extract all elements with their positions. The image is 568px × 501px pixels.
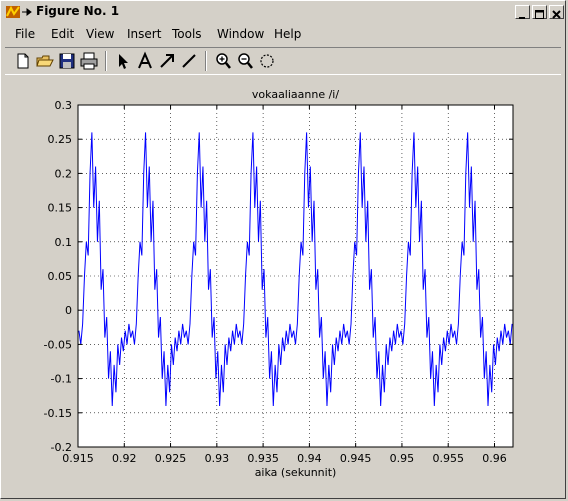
new-figure-icon[interactable]: [13, 51, 33, 71]
minimize-button[interactable]: [515, 5, 530, 19]
menu-bar: File Edit View Insert Tools Window Help: [3, 23, 565, 45]
pin-icon[interactable]: [21, 7, 33, 17]
x-tick-label: 0.96: [482, 452, 507, 465]
insert-line-icon[interactable]: [179, 51, 199, 71]
y-tick-label: 0.3: [55, 99, 73, 112]
x-axis-label: aika (sekunnit): [255, 466, 337, 479]
window-title: Figure No. 1: [36, 4, 120, 18]
menu-tools[interactable]: Tools: [172, 27, 202, 41]
close-button[interactable]: [549, 5, 564, 19]
close-icon: [552, 10, 561, 19]
x-tick-label: 0.925: [155, 452, 187, 465]
menu-view[interactable]: View: [86, 27, 114, 41]
menu-help[interactable]: Help: [274, 27, 301, 41]
title-bar[interactable]: Figure No. 1: [3, 3, 565, 21]
x-tick-label: 0.95: [390, 452, 415, 465]
x-tick-label: 0.92: [112, 452, 137, 465]
x-tick-label: 0.945: [340, 452, 372, 465]
y-tick-label: -0.2: [51, 441, 72, 454]
y-tick-label: 0: [65, 304, 72, 317]
maximize-icon: [535, 10, 544, 19]
minimize-icon: [519, 17, 525, 19]
toolbar: [5, 47, 561, 75]
y-tick-label: 0.05: [48, 270, 73, 283]
rotate-3d-icon[interactable]: [257, 51, 277, 71]
line-chart[interactable]: 0.915 0.92 0.925 0.93 0.935 0.94 0.945 0.95 0.95…: [5, 77, 563, 494]
toolbar-separator: [105, 51, 107, 71]
zoom-out-icon[interactable]: [235, 51, 255, 71]
x-tick-label: 0.955: [432, 452, 464, 465]
x-tick-label: 0.94: [297, 452, 322, 465]
y-tick-label: 0.25: [48, 133, 73, 146]
insert-text-icon[interactable]: [135, 51, 155, 71]
y-tick-label: 0.1: [55, 236, 73, 249]
y-tick-label: -0.15: [44, 407, 72, 420]
x-tick-label: 0.93: [205, 452, 230, 465]
toolbar-separator: [205, 51, 207, 71]
matlab-app-icon[interactable]: [5, 4, 21, 20]
figure-area: 0.915 0.92 0.925 0.93 0.935 0.94 0.945 0.95 0.95…: [5, 77, 563, 494]
insert-arrow-icon[interactable]: [157, 51, 177, 71]
zoom-in-icon[interactable]: [213, 51, 233, 71]
figure-window: Figure No. 1 File Edit View Insert Tools…: [0, 0, 566, 499]
x-tick-label: 0.935: [247, 452, 279, 465]
y-tick-label: 0.15: [48, 202, 73, 215]
print-icon[interactable]: [79, 51, 99, 71]
menu-insert[interactable]: Insert: [127, 27, 161, 41]
menu-file[interactable]: File: [15, 27, 35, 41]
open-file-icon[interactable]: [35, 51, 55, 71]
menu-edit[interactable]: Edit: [51, 27, 74, 41]
y-tick-label: 0.2: [55, 167, 73, 180]
axes-background: [78, 105, 513, 447]
arrow-select-icon[interactable]: [113, 51, 133, 71]
y-tick-label: -0.05: [44, 338, 72, 351]
maximize-button[interactable]: [532, 5, 547, 19]
save-icon[interactable]: [57, 51, 77, 71]
chart-title: vokaaliaanne /i/: [252, 88, 339, 101]
menu-window[interactable]: Window: [217, 27, 264, 41]
y-tick-label: -0.1: [51, 373, 72, 386]
